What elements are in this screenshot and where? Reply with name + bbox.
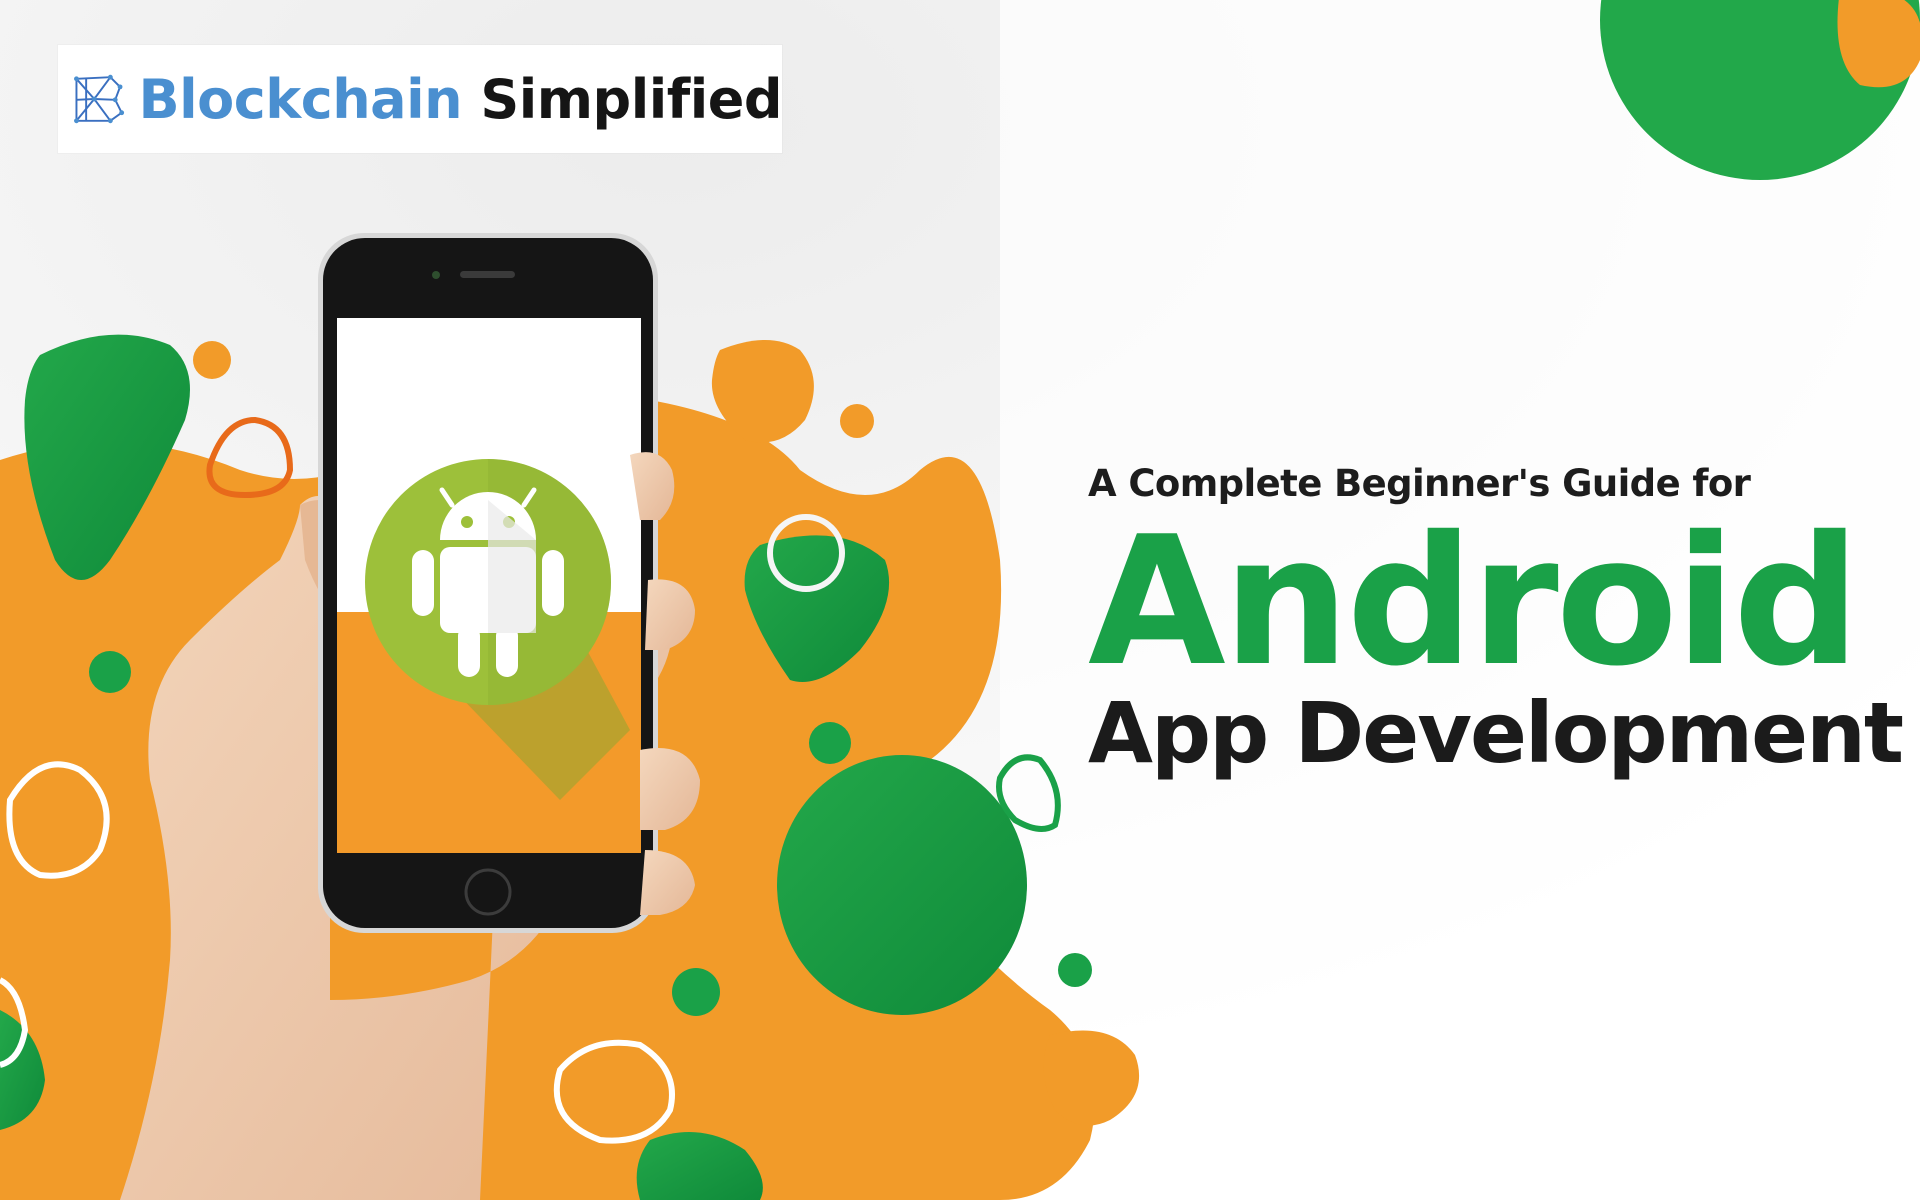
brand-name-part2: Simplified (480, 67, 782, 131)
headline-title-line2: App Development (1088, 684, 1904, 782)
blockchain-cube-icon (74, 74, 125, 124)
brand-logo: Blockchain Simplified (58, 45, 782, 153)
brand-name: Blockchain Simplified (138, 67, 783, 131)
headline-title: Android (1088, 498, 1860, 705)
headline: A Complete Beginner's Guide for Android … (1088, 462, 1904, 782)
brand-name-part1: Blockchain (138, 67, 463, 131)
green-blob-large (777, 755, 1027, 1015)
